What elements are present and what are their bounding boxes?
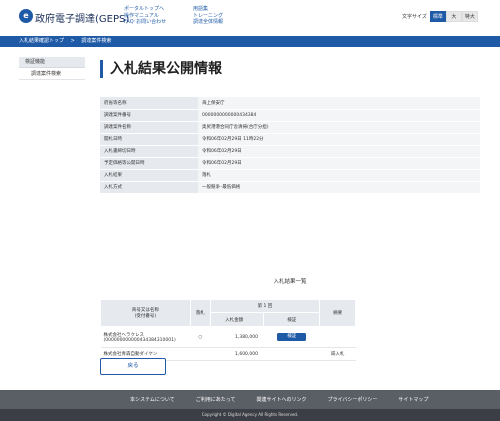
info-label: 入札結果 bbox=[100, 169, 198, 182]
results-title: 入札結果一覧 bbox=[273, 279, 307, 285]
col-header-review: 検証 bbox=[263, 312, 321, 327]
breadcrumb: 入札結果確認トップ > 調達案件検索 bbox=[0, 36, 500, 47]
procurement-info-link[interactable]: 調達全体情報 bbox=[193, 19, 223, 26]
footer-links: 本システムについて ご利用にあたって 関連サイトへのリンク プライバシーポリシー… bbox=[130, 390, 449, 409]
table-row: 入札方式 一般競争･最低価格 bbox=[100, 181, 480, 194]
table-row: 調達案件名称 奥尻港港合同庁舎清掃(合庁分担) bbox=[100, 121, 480, 134]
portal-top-link[interactable]: ポータルトップへ bbox=[124, 6, 166, 13]
table-row: 株式会社ヘラクレス (000000000000434384310001) ○ 1… bbox=[100, 326, 356, 348]
font-size-standard-button[interactable]: 標準 bbox=[429, 11, 446, 22]
info-label: 予定価格等公開日時 bbox=[100, 157, 198, 170]
note-cell bbox=[319, 326, 356, 348]
bid-amount: 1,380,000 bbox=[210, 326, 264, 348]
info-label: 開札日時 bbox=[100, 133, 198, 146]
header-links-primary: ポータルトップへ 操作マニュアル FAQ･お問い合わせ bbox=[124, 6, 166, 26]
info-value: 海上保安庁 bbox=[198, 97, 480, 110]
sidebar-item-case-search[interactable]: 調達案件検索 bbox=[19, 68, 85, 80]
table-row: 入札結果 落札 bbox=[100, 169, 480, 182]
footer-link-about[interactable]: 本システムについて bbox=[130, 396, 175, 403]
col-header-name-sub: (受付番号) bbox=[134, 314, 157, 319]
info-label: 調達案件番号 bbox=[100, 109, 198, 122]
col-header-round: 第 1 回 bbox=[209, 299, 321, 313]
breadcrumb-item-bid-results-top[interactable]: 入札結果確認トップ bbox=[19, 38, 64, 44]
info-value: 落札 bbox=[198, 169, 480, 182]
col-header-name: 商号又は名称 (受付番号) bbox=[100, 299, 191, 327]
case-info-table: 府省等名称 海上保安庁 調達案件番号 0000000000000434384 調達案… bbox=[100, 97, 480, 194]
faq-link[interactable]: FAQ･お問い合わせ bbox=[124, 19, 166, 26]
table-row: 府省等名称 海上保安庁 bbox=[100, 97, 480, 110]
col-header-note: 摘要 bbox=[319, 299, 356, 327]
sidebar-heading: 検証機能 bbox=[19, 57, 85, 68]
info-label: 調達案件名称 bbox=[100, 121, 198, 134]
review-cell bbox=[263, 347, 320, 361]
copyright: Copyright © Digital Agency All Rights Re… bbox=[0, 409, 500, 421]
font-size-switcher: 文字サイズ 標準 大 特大 bbox=[402, 11, 478, 22]
info-value: 令和06年02月29日 11時22分 bbox=[198, 133, 480, 146]
review-button[interactable]: 検証 bbox=[277, 333, 307, 341]
review-cell: 検証 bbox=[263, 326, 320, 348]
info-value: 令和06年02月29日 bbox=[198, 157, 480, 170]
bid-results-table: 商号又は名称 (受付番号) 落札 第 1 回 摘要 入札金額 検証 株式会社ヘラ… bbox=[100, 299, 356, 361]
table-row: 開札日時 令和06年02月29日 11時22分 bbox=[100, 133, 480, 146]
info-value: 0000000000000434384 bbox=[198, 109, 480, 122]
info-value: 一般競争･最低価格 bbox=[198, 181, 480, 194]
footer: 本システムについて ご利用にあたって 関連サイトへのリンク プライバシーポリシー… bbox=[0, 390, 500, 409]
bidder-number: (000000000000434384310001) bbox=[103, 337, 176, 343]
page-title: 入札結果公開情報 bbox=[100, 60, 480, 78]
footer-link-sitemap[interactable]: サイトマップ bbox=[398, 396, 428, 403]
fall-mark bbox=[190, 347, 211, 361]
col-header-amount: 入札金額 bbox=[209, 312, 265, 327]
breadcrumb-item-case-search[interactable]: 調達案件検索 bbox=[81, 38, 111, 44]
table-row: 調達案件番号 0000000000000434384 bbox=[100, 109, 480, 122]
fall-mark: ○ bbox=[190, 326, 211, 348]
info-value: 令和06年02月29日 bbox=[198, 145, 480, 158]
note-cell: 辞入札 bbox=[319, 347, 356, 361]
info-label: 入札書締切日時 bbox=[100, 145, 198, 158]
font-size-label: 文字サイズ bbox=[402, 14, 427, 20]
info-label: 府省等名称 bbox=[100, 97, 198, 110]
breadcrumb-separator: > bbox=[70, 38, 75, 44]
table-row: 予定価格等公開日時 令和06年02月29日 bbox=[100, 157, 480, 170]
geps-logo-icon[interactable]: e bbox=[19, 9, 33, 23]
table-row: 入札書締切日時 令和06年02月29日 bbox=[100, 145, 480, 158]
info-value: 奥尻港港合同庁舎清掃(合庁分担) bbox=[198, 121, 480, 134]
sidebar: 検証機能 調達案件検索 bbox=[19, 57, 85, 80]
site-title[interactable]: 政府電子調達(GEPS) bbox=[35, 10, 129, 25]
bid-amount: 1,600,000 bbox=[210, 347, 264, 361]
header-links-secondary: 用語集 トレーニング 調達全体情報 bbox=[193, 6, 223, 26]
header-row: 商号又は名称 (受付番号) 落札 第 1 回 摘要 bbox=[100, 299, 356, 327]
footer-link-terms[interactable]: ご利用にあたって bbox=[196, 396, 236, 403]
back-button[interactable]: 戻る bbox=[100, 358, 166, 375]
font-size-xlarge-button[interactable]: 特大 bbox=[461, 11, 478, 22]
main-content: 入札結果公開情報 府省等名称 海上保安庁 調達案件番号 00000000000004… bbox=[100, 60, 480, 375]
site-header: e 政府電子調達(GEPS) ポータルトップへ 操作マニュアル FAQ･お問い合… bbox=[0, 0, 500, 36]
col-header-fall: 落札 bbox=[189, 299, 211, 327]
footer-link-privacy[interactable]: プライバシーポリシー bbox=[327, 396, 377, 403]
info-label: 入札方式 bbox=[100, 181, 198, 194]
footer-link-related-sites[interactable]: 関連サイトへのリンク bbox=[256, 396, 306, 403]
bidder-cell: 株式会社ヘラクレス (000000000000434384310001) bbox=[100, 326, 191, 348]
font-size-large-button[interactable]: 大 bbox=[445, 11, 462, 22]
